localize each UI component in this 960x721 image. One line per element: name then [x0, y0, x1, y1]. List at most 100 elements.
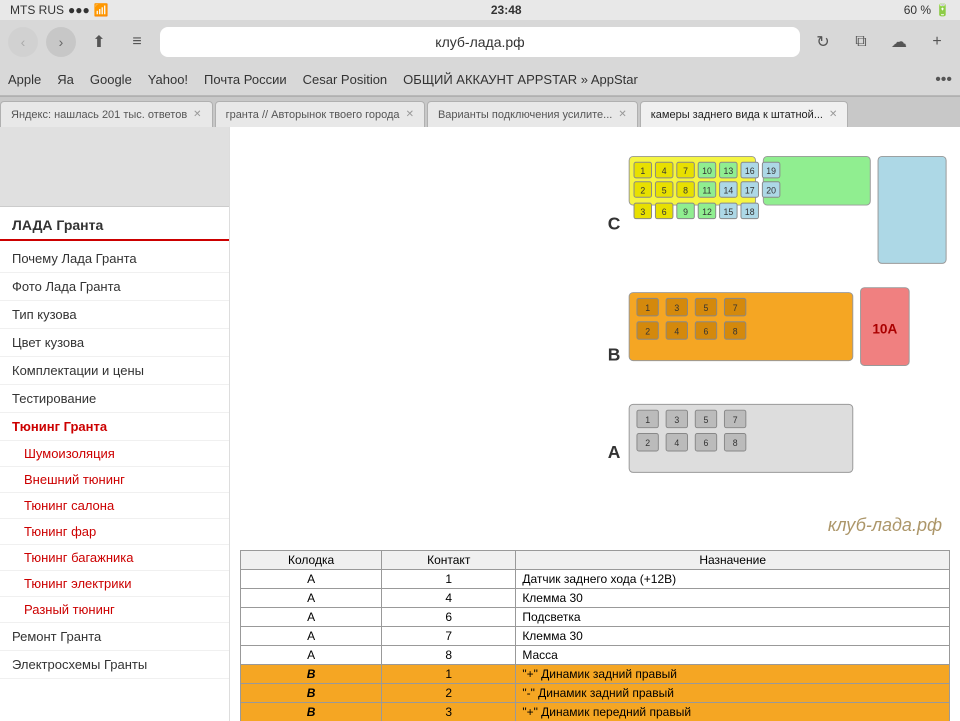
svg-text:7: 7	[683, 166, 688, 176]
cell-naznachenie: "+" Динамик задний правый	[516, 665, 950, 684]
table-row: A8Масса	[241, 646, 950, 665]
tab-close-icon[interactable]: ✕	[406, 109, 414, 120]
svg-text:19: 19	[766, 166, 776, 176]
tab-close-icon[interactable]: ✕	[193, 109, 201, 120]
cell-naznachenie: "+" Динамик передний правый	[516, 703, 950, 721]
cell-kontakt: 1	[382, 665, 516, 684]
svg-text:7: 7	[733, 415, 738, 425]
svg-text:6: 6	[704, 438, 709, 448]
sidebar-sub-salon[interactable]: Тюнинг салона	[0, 493, 229, 519]
icloud-button[interactable]: ☁	[884, 27, 914, 57]
bookmark-cesar[interactable]: Cesar Position	[303, 72, 388, 87]
bookmark-appstar[interactable]: ОБЩИЙ АККАУНТ APPSTAR » AppStar	[403, 72, 638, 87]
hamburger-button[interactable]: ≡	[122, 27, 152, 57]
svg-text:13: 13	[723, 166, 733, 176]
tab-label: Яндекс: нашлась 201 тыс. ответов	[11, 109, 187, 121]
sidebar-item-elektroskhemy[interactable]: Электросхемы Гранты	[0, 651, 229, 679]
battery-text: 60 %	[904, 3, 931, 17]
svg-text:2: 2	[640, 185, 645, 195]
sidebar-item-komplektatsii[interactable]: Комплектации и цены	[0, 357, 229, 385]
svg-text:6: 6	[662, 207, 667, 217]
cell-naznachenie: Масса	[516, 646, 950, 665]
sidebar-sub-fary[interactable]: Тюнинг фар	[0, 519, 229, 545]
back-button[interactable]: ‹	[8, 27, 38, 57]
sidebar-image	[0, 127, 229, 207]
tab-close-icon[interactable]: ✕	[829, 109, 837, 120]
signal-icon: ●●●	[68, 3, 90, 17]
status-bar-left: MTS RUS ●●● 📶	[10, 3, 109, 17]
sidebar: ЛАДА Гранта Почему Лада Гранта Фото Лада…	[0, 127, 230, 721]
svg-text:8: 8	[683, 185, 688, 195]
svg-text:17: 17	[745, 185, 755, 195]
tab-granta[interactable]: гранта // Авторынок твоего города ✕	[215, 101, 425, 127]
svg-text:5: 5	[704, 415, 709, 425]
col-header-kontakt: Контакт	[382, 551, 516, 570]
battery-icon: 🔋	[935, 3, 950, 17]
cell-kontakt: 3	[382, 703, 516, 721]
connector-diagram: C B A 1 4 7 10	[600, 137, 950, 540]
sidebar-sub-razny[interactable]: Разный тюнинг	[0, 597, 229, 623]
table-row: A1Датчик заднего хода (+12В)	[241, 570, 950, 589]
svg-text:14: 14	[723, 185, 733, 195]
svg-text:12: 12	[702, 207, 712, 217]
sidebar-item-pochemu[interactable]: Почему Лада Гранта	[0, 245, 229, 273]
status-time: 23:48	[491, 3, 522, 17]
sidebar-sub-elektrika[interactable]: Тюнинг электрики	[0, 571, 229, 597]
cell-kontakt: 8	[382, 646, 516, 665]
svg-text:4: 4	[674, 438, 679, 448]
sidebar-item-testirovanie[interactable]: Тестирование	[0, 385, 229, 413]
sidebar-item-tip[interactable]: Тип кузова	[0, 301, 229, 329]
bookmark-pochta[interactable]: Почта России	[204, 72, 287, 87]
svg-text:A: A	[608, 442, 621, 462]
cell-naznachenie: "-" Динамик задний правый	[516, 684, 950, 703]
bookmark-google[interactable]: Google	[90, 72, 132, 87]
cell-naznachenie: Подсветка	[516, 608, 950, 627]
sidebar-sub-bagazhnik[interactable]: Тюнинг багажника	[0, 545, 229, 571]
browser-toolbar: ‹ › ⬆ ≡ клуб-лада.рф ↻ ⧉ ☁ +	[0, 20, 960, 64]
connector-table: Колодка Контакт Назначение A1Датчик задн…	[240, 550, 950, 721]
sidebar-sub-vneshny[interactable]: Внешний тюнинг	[0, 467, 229, 493]
bookmark-yahoo[interactable]: Yahoo!	[148, 72, 188, 87]
bookmark-apple[interactable]: Apple	[8, 72, 41, 87]
cell-kolodka: B	[241, 665, 382, 684]
share-button[interactable]: ⬆	[84, 27, 114, 57]
forward-button[interactable]: ›	[46, 27, 76, 57]
col-header-naznachenie: Назначение	[516, 551, 950, 570]
cell-naznachenie: Клемма 30	[516, 589, 950, 608]
cell-kontakt: 2	[382, 684, 516, 703]
cell-kolodka: B	[241, 703, 382, 721]
cell-kolodka: B	[241, 684, 382, 703]
tabs-button[interactable]: ⧉	[846, 27, 876, 57]
sidebar-section-tyuning[interactable]: Тюнинг Гранта	[0, 413, 229, 441]
cell-kolodka: A	[241, 589, 382, 608]
col-header-kolodka: Колодка	[241, 551, 382, 570]
sidebar-item-foto[interactable]: Фото Лада Гранта	[0, 273, 229, 301]
tab-camera[interactable]: камеры заднего вида к штатной... ✕	[640, 101, 849, 127]
tab-yandex[interactable]: Яндекс: нашлась 201 тыс. ответов ✕	[0, 101, 213, 127]
sidebar-item-remont[interactable]: Ремонт Гранта	[0, 623, 229, 651]
cell-kolodka: A	[241, 627, 382, 646]
svg-text:3: 3	[640, 207, 645, 217]
svg-text:5: 5	[704, 303, 709, 313]
tab-close-icon[interactable]: ✕	[618, 109, 626, 120]
svg-text:16: 16	[745, 166, 755, 176]
table-row: B3"+" Динамик передний правый	[241, 703, 950, 721]
svg-text:4: 4	[662, 166, 667, 176]
watermark: клуб-лада.рф	[600, 511, 950, 540]
bookmark-ya[interactable]: Яa	[57, 72, 74, 87]
svg-text:1: 1	[645, 415, 650, 425]
page-content: ЛАДА Гранта Почему Лада Гранта Фото Лада…	[0, 127, 960, 721]
tab-label: гранта // Авторынок твоего города	[226, 109, 400, 121]
cell-kolodka: A	[241, 646, 382, 665]
tab-varianty[interactable]: Варианты подключения усилите... ✕	[427, 101, 638, 127]
sidebar-item-tsvet[interactable]: Цвет кузова	[0, 329, 229, 357]
url-bar[interactable]: клуб-лада.рф	[160, 27, 800, 57]
bookmarks-more-button[interactable]: •••	[935, 71, 952, 89]
url-text: клуб-лада.рф	[435, 34, 524, 50]
refresh-button[interactable]: ↻	[808, 27, 838, 57]
cell-kontakt: 4	[382, 589, 516, 608]
svg-text:9: 9	[683, 207, 688, 217]
new-tab-button[interactable]: +	[922, 27, 952, 57]
cell-naznachenie: Датчик заднего хода (+12В)	[516, 570, 950, 589]
sidebar-sub-shumoisolyatsiya[interactable]: Шумоизоляция	[0, 441, 229, 467]
